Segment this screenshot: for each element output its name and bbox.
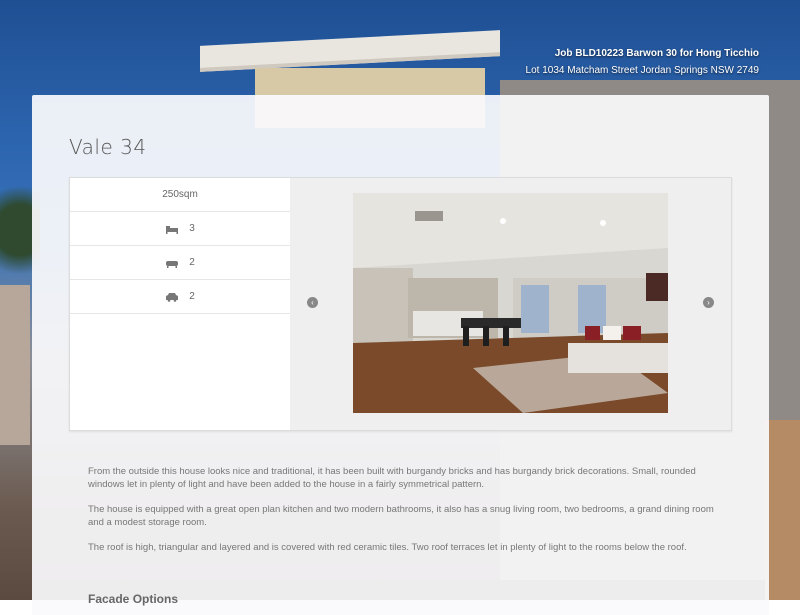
spec-bedrooms-value: 3	[189, 223, 195, 234]
spec-bedrooms: 3	[70, 212, 290, 246]
description-paragraph: The house is equipped with a great open …	[88, 504, 714, 528]
job-address: Lot 1034 Matcham Street Jordan Springs N…	[525, 65, 759, 76]
gallery-prev-button[interactable]: ‹	[307, 297, 318, 308]
spec-area: 250sqm	[70, 178, 290, 212]
chevron-left-icon: ‹	[311, 298, 314, 307]
facade-options-heading: Facade Options	[88, 592, 179, 606]
spec-bathrooms-value: 2	[189, 257, 195, 268]
description-text: From the outside this house looks nice a…	[88, 465, 728, 566]
background-left-wall	[0, 285, 30, 445]
spec-garage-value: 2	[189, 291, 195, 302]
background-bricks	[765, 420, 800, 600]
bed-icon	[165, 224, 179, 234]
gallery-next-button[interactable]: ›	[703, 297, 714, 308]
spec-area-value: 250sqm	[162, 189, 198, 200]
job-title: Job BLD10223 Barwon 30 for Hong Ticchio	[554, 48, 759, 59]
description-paragraph: From the outside this house looks nice a…	[88, 466, 696, 490]
car-icon	[165, 292, 179, 302]
spec-garage: 2	[70, 280, 290, 314]
interior-photo	[353, 193, 668, 413]
listing-card: 250sqm 3 2 2 ‹ ›	[69, 177, 732, 431]
photo-gallery: ‹ ›	[290, 178, 731, 430]
bath-icon	[165, 258, 179, 268]
spec-bathrooms: 2	[70, 246, 290, 280]
job-header: Job BLD10223 Barwon 30 for Hong Ticchio …	[526, 45, 759, 79]
spec-list: 250sqm 3 2 2	[70, 178, 290, 430]
chevron-right-icon: ›	[707, 298, 710, 307]
listing-title: Vale 34	[69, 135, 147, 159]
description-paragraph: The roof is high, triangular and layered…	[88, 542, 687, 553]
